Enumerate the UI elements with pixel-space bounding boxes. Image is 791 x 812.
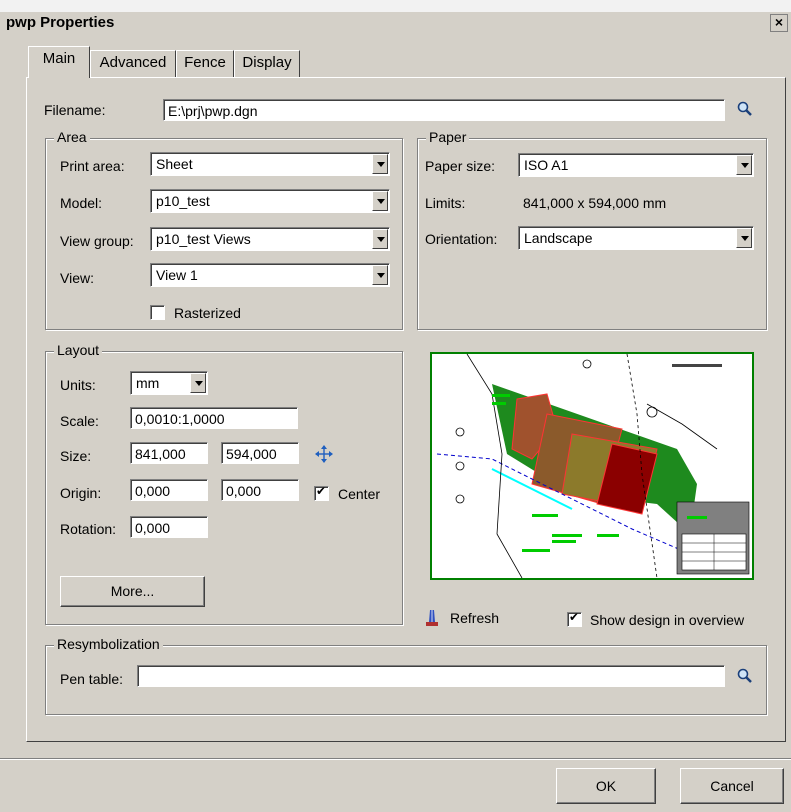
chevron-down-icon [372,154,388,174]
view-select[interactable]: View 1 [150,263,390,287]
view-group-value: p10_test Views [156,231,251,247]
paper-size-label: Paper size: [425,158,496,174]
origin-label: Origin: [60,485,102,501]
chevron-down-icon [372,265,388,285]
properties-dialog: pwp Properties × Main Advanced Fence Dis… [0,0,791,812]
tab-fence[interactable]: Fence [176,50,234,77]
paper-legend: Paper [426,129,470,145]
orientation-label: Orientation: [425,231,498,247]
view-group-select[interactable]: p10_test Views [150,227,390,251]
chevron-down-icon [736,228,752,248]
paper-size-value: ISO A1 [524,157,569,173]
view-group-label: View group: [60,233,134,249]
tab-main-label: Main [42,50,76,67]
refresh-pen-icon[interactable] [424,608,440,628]
chevron-down-icon [736,155,752,175]
magnifier-icon[interactable] [736,667,754,685]
print-area-select[interactable]: Sheet [150,152,390,176]
show-design-label: Show design in overview [590,612,745,628]
rotation-input[interactable]: 0,000 [130,516,208,538]
tab-advanced-label: Advanced [99,54,167,71]
footer-divider [0,758,791,760]
pen-table-label: Pen table: [60,671,124,687]
orientation-value: Landscape [524,230,593,246]
limits-value: 841,000 x 594,000 mm [523,195,667,211]
rasterized-label: Rasterized [174,305,241,321]
tab-main[interactable]: Main [28,46,90,78]
view-label: View: [60,270,94,286]
size-width-input[interactable]: 841,000 [130,442,208,464]
more-button[interactable]: More... [60,576,205,607]
model-value: p10_test [156,193,210,209]
rotation-label: Rotation: [60,521,117,537]
area-legend: Area [54,129,90,145]
print-area-label: Print area: [60,158,125,174]
scale-input[interactable]: 0,0010:1,0000 [130,407,298,429]
close-icon: × [774,14,784,30]
origin-y-input[interactable]: 0,000 [221,479,299,501]
print-area-value: Sheet [156,156,193,172]
window-title: pwp Properties [6,14,115,31]
show-design-checkbox[interactable] [567,610,582,627]
size-height-input[interactable]: 594,000 [221,442,299,464]
chevron-down-icon [372,191,388,211]
center-label: Center [338,486,381,502]
model-label: Model: [60,195,103,211]
chevron-down-icon [372,229,388,249]
design-preview[interactable] [430,352,754,580]
chevron-down-icon [190,373,206,393]
magnifier-icon[interactable] [736,100,754,118]
origin-x-input[interactable]: 0,000 [130,479,208,501]
center-checkbox[interactable] [314,484,329,501]
title-bar: pwp Properties × [0,12,791,34]
paper-size-select[interactable]: ISO A1 [518,153,754,177]
units-value: mm [136,375,160,391]
model-select[interactable]: p10_test [150,189,390,213]
tab-advanced[interactable]: Advanced [90,50,176,77]
filename-label: Filename: [44,102,106,118]
tab-display[interactable]: Display [234,50,300,77]
move-arrows-icon[interactable] [314,444,334,464]
pen-table-input[interactable] [137,665,725,687]
resymbolization-legend: Resymbolization [54,636,163,652]
cancel-button[interactable]: Cancel [680,768,784,804]
units-select[interactable]: mm [130,371,208,395]
close-button[interactable]: × [770,14,788,32]
view-value: View 1 [156,267,198,283]
orientation-select[interactable]: Landscape [518,226,754,250]
units-label: Units: [60,377,96,393]
rasterized-checkbox[interactable] [150,305,165,320]
limits-label: Limits: [425,195,466,211]
filename-input[interactable]: E:\prj\pwp.dgn [163,99,725,121]
ok-button[interactable]: OK [556,768,656,804]
design-overview-drawing [432,354,752,578]
layout-legend: Layout [54,342,103,358]
scale-label: Scale: [60,413,99,429]
background-strip [0,0,791,12]
tab-fence-label: Fence [184,54,226,71]
size-label: Size: [60,448,92,464]
tab-display-label: Display [242,54,292,71]
refresh-label[interactable]: Refresh [450,609,499,627]
